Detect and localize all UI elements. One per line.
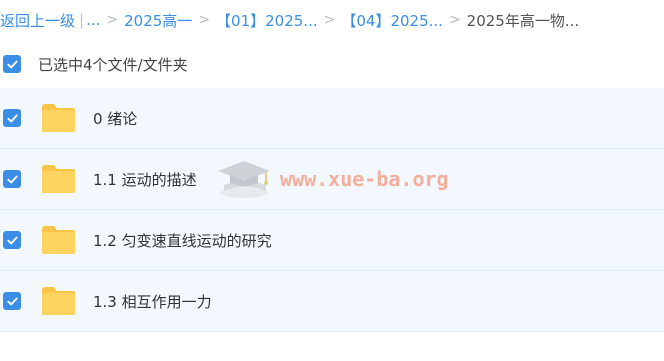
row-checkbox[interactable] (3, 231, 21, 249)
file-name[interactable]: 0 绪论 (93, 108, 137, 129)
selection-count-label: 已选中4个文件/文件夹 (38, 55, 188, 74)
file-row[interactable]: 1.2 匀变速直线运动的研究 (0, 210, 664, 271)
breadcrumb-divider: | (79, 11, 85, 29)
file-name[interactable]: 1.1 运动的描述 (93, 169, 197, 190)
chevron-right-icon: > (106, 12, 119, 28)
breadcrumb-item-grade[interactable]: 2025高一 (124, 10, 192, 31)
select-all-checkbox[interactable] (3, 55, 21, 73)
folder-icon[interactable] (40, 285, 77, 317)
file-row[interactable]: 1.3 相互作用一力 (0, 271, 664, 332)
check-icon (6, 297, 18, 305)
breadcrumb-current: 2025年高一物... (466, 11, 580, 30)
check-icon (6, 236, 18, 244)
chevron-right-icon: > (198, 12, 211, 28)
file-list: 0 绪论 1.1 运动的描述 1.2 匀变速直线运动的研究 1.3 相互作用一力 (0, 88, 664, 332)
row-checkbox[interactable] (3, 170, 21, 188)
back-link[interactable]: 返回上一级 (0, 10, 75, 31)
folder-icon[interactable] (40, 224, 77, 256)
breadcrumb-item-01[interactable]: 【01】2025... (216, 10, 318, 31)
folder-icon[interactable] (40, 163, 77, 195)
chevron-right-icon: > (323, 12, 336, 28)
check-icon (6, 175, 18, 183)
file-row[interactable]: 1.1 运动的描述 (0, 149, 664, 210)
breadcrumb-ellipsis[interactable]: ... (86, 11, 100, 29)
select-all-bar: 已选中4个文件/文件夹 (0, 44, 664, 84)
check-icon (6, 60, 18, 68)
row-checkbox[interactable] (3, 292, 21, 310)
file-row[interactable]: 0 绪论 (0, 88, 664, 149)
breadcrumb: 返回上一级 | ... > 2025高一 > 【01】2025... > 【04… (0, 0, 664, 40)
file-name[interactable]: 1.2 匀变速直线运动的研究 (93, 230, 272, 251)
file-name[interactable]: 1.3 相互作用一力 (93, 291, 212, 312)
check-icon (6, 114, 18, 122)
folder-icon[interactable] (40, 102, 77, 134)
chevron-right-icon: > (448, 12, 461, 28)
row-checkbox[interactable] (3, 109, 21, 127)
breadcrumb-item-04[interactable]: 【04】2025... (341, 10, 443, 31)
